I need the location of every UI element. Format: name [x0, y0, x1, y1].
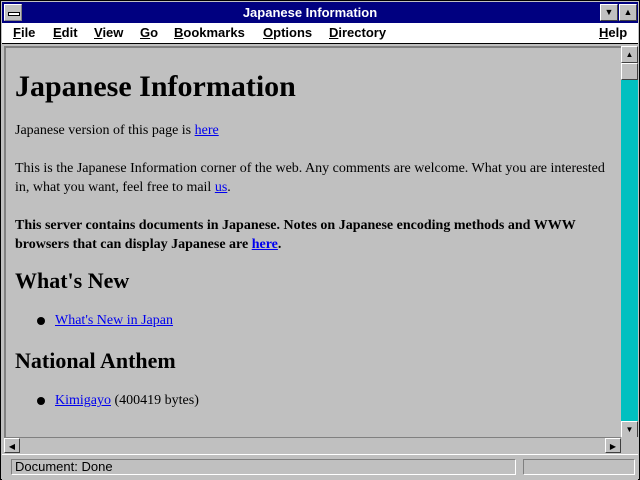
arrow-left-icon[interactable]: ◀	[4, 438, 20, 453]
progress-indicator	[523, 459, 635, 475]
document-view[interactable]: Japanese Information Japanese version of…	[4, 46, 622, 438]
anthem-list: Kimigayo (400419 bytes)	[15, 391, 610, 410]
kimigayo-link[interactable]: Kimigayo	[55, 393, 111, 408]
national-anthem-heading: National Anthem	[15, 348, 176, 373]
japanese-version-paragraph: Japanese version of this page is here	[15, 121, 610, 140]
menu-bookmarks[interactable]: Bookmarks	[174, 25, 245, 40]
page-title: Japanese Information	[15, 70, 296, 103]
encoding-notes-link[interactable]: here	[252, 237, 278, 252]
arrow-up-icon[interactable]: ▲	[621, 46, 638, 63]
menu-view[interactable]: View	[94, 25, 123, 40]
list-item: What's New in Japan	[37, 311, 610, 330]
bullet-icon	[37, 317, 45, 325]
mail-us-link[interactable]: us	[215, 180, 227, 195]
vertical-scrollbar[interactable]: ▲ ▼	[621, 46, 638, 438]
horizontal-scrollbar[interactable]: ◀ ▶	[4, 437, 622, 454]
intro-text: This is the Japanese Information corner …	[15, 161, 605, 195]
window-title: Japanese Information	[242, 5, 378, 20]
whats-new-heading: What's New	[15, 268, 130, 293]
title-bar[interactable]: Japanese Information ▼ ▲	[2, 2, 638, 23]
menu-directory[interactable]: Directory	[329, 25, 386, 40]
status-bar: Document: Done	[2, 454, 638, 480]
japanese-version-text: Japanese version of this page is	[15, 123, 195, 138]
japanese-version-link[interactable]: here	[195, 123, 219, 138]
menu-go[interactable]: Go	[140, 25, 158, 40]
status-text: Document: Done	[11, 459, 516, 475]
intro-paragraph: This is the Japanese Information corner …	[15, 159, 610, 197]
file-size: (400419 bytes)	[111, 393, 199, 408]
system-menu-icon[interactable]	[4, 4, 22, 21]
list-item: Kimigayo (400419 bytes)	[37, 391, 610, 410]
minimize-icon[interactable]: ▼	[600, 4, 618, 21]
menu-help[interactable]: Help	[599, 25, 627, 40]
notice-end: .	[277, 237, 282, 252]
arrow-down-icon[interactable]: ▼	[621, 421, 638, 438]
scrollbar-corner	[621, 437, 638, 453]
menu-bar: File Edit View Go Bookmarks Options Dire…	[2, 23, 638, 44]
whats-new-in-japan-link[interactable]: What's New in Japan	[55, 313, 173, 328]
intro-end: .	[227, 180, 231, 195]
bullet-icon	[37, 397, 45, 405]
scroll-thumb[interactable]	[621, 63, 638, 80]
whats-new-list: What's New in Japan	[15, 311, 610, 330]
menu-options[interactable]: Options	[263, 25, 312, 40]
browser-window: Japanese Information ▼ ▲ File Edit View …	[0, 0, 640, 480]
menu-edit[interactable]: Edit	[53, 25, 78, 40]
encoding-notice: This server contains documents in Japane…	[15, 216, 610, 254]
maximize-icon[interactable]: ▲	[619, 4, 637, 21]
notice-text: This server contains documents in Japane…	[15, 218, 576, 252]
menu-file[interactable]: File	[13, 25, 35, 40]
arrow-right-icon[interactable]: ▶	[605, 438, 621, 453]
page-content: Japanese Information Japanese version of…	[15, 52, 610, 428]
